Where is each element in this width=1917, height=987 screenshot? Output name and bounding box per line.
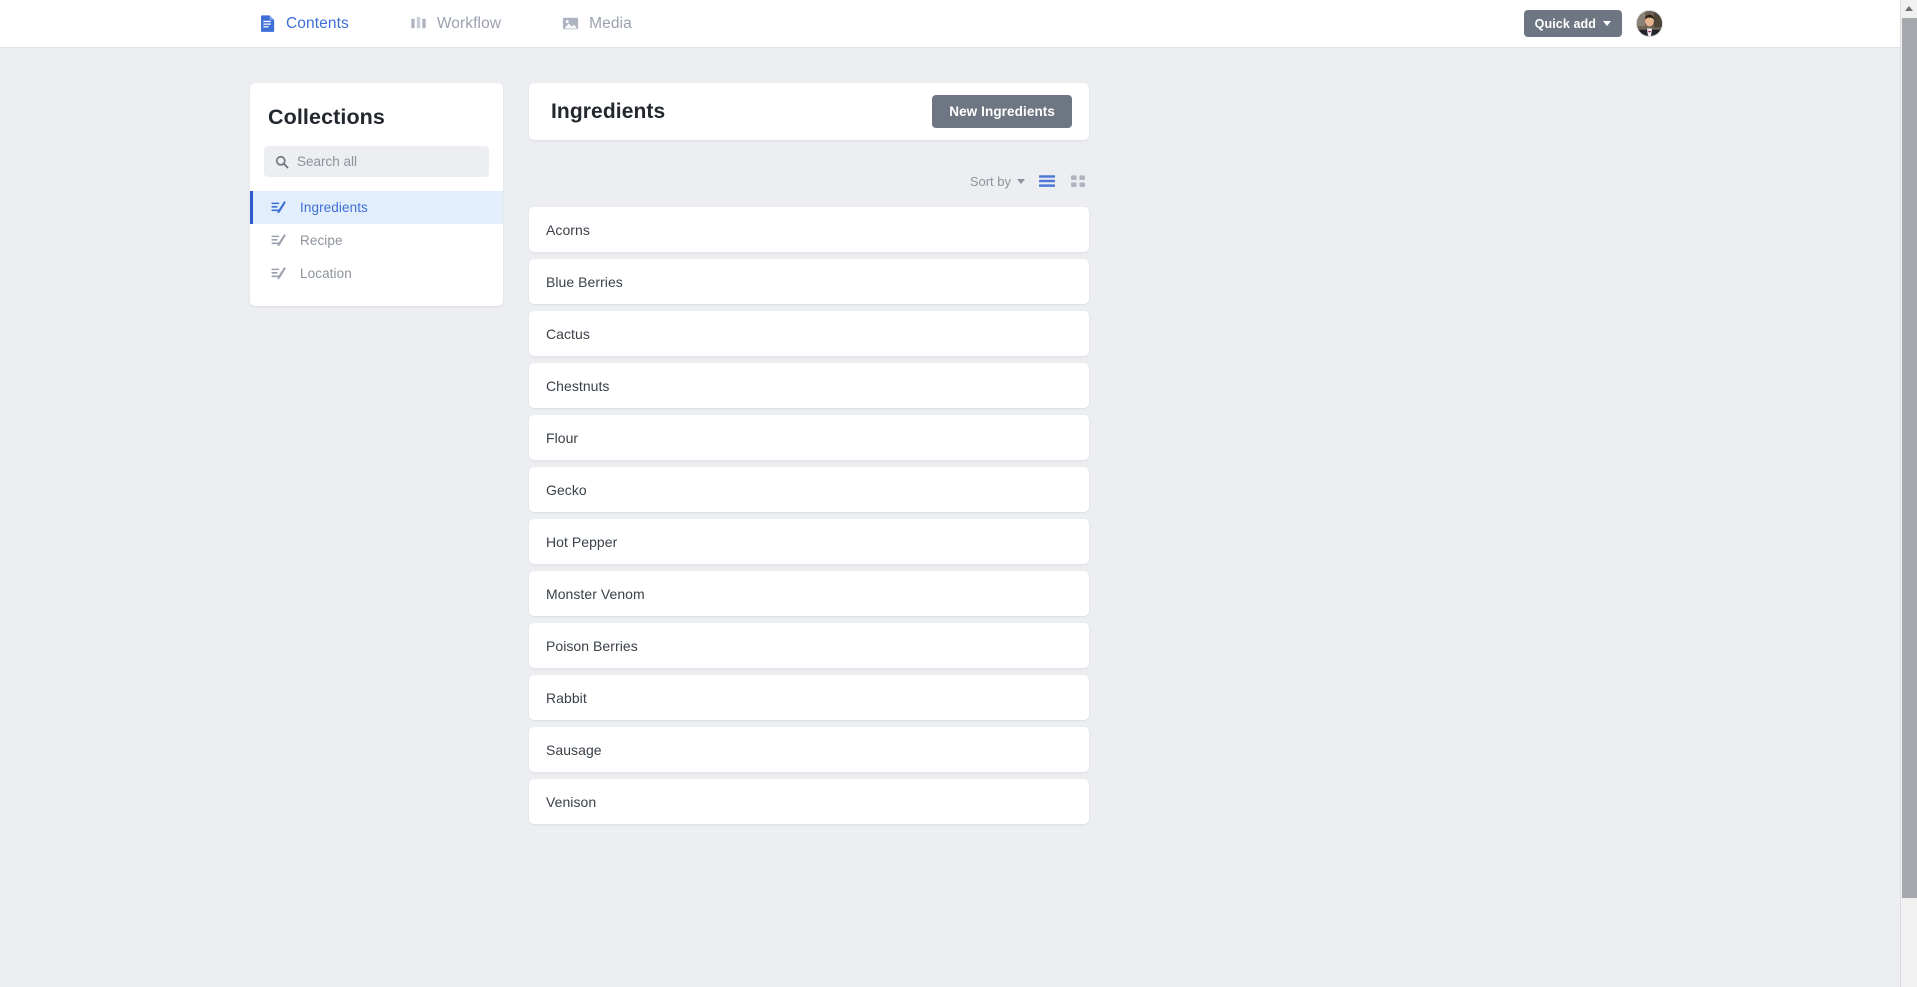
search-icon [275, 155, 289, 169]
new-ingredients-button[interactable]: New Ingredients [932, 95, 1072, 128]
quick-add-label: Quick add [1534, 16, 1596, 31]
list-item[interactable]: Monster Venom [529, 571, 1089, 616]
sidebar-item-label: Location [300, 266, 352, 281]
list-view-icon [1038, 172, 1056, 190]
scroll-up-button[interactable] [1901, 0, 1917, 17]
nav-item-media[interactable]: Media [561, 0, 632, 48]
ingredients-list: Acorns Blue Berries Cactus Chestnuts Flo… [529, 207, 1089, 824]
collections-sidebar: Collections Search all Ingredients Recip… [250, 83, 503, 306]
sort-by-button[interactable]: Sort by [970, 174, 1025, 189]
search-box[interactable] [264, 146, 489, 177]
header-right-group: Quick add [1523, 10, 1900, 37]
page-scrollbar[interactable] [1900, 0, 1917, 987]
list-item[interactable]: Chestnuts [529, 363, 1089, 408]
list-toolbar: Sort by [529, 164, 1089, 198]
list-item[interactable]: Acorns [529, 207, 1089, 252]
list-item[interactable]: Gecko [529, 467, 1089, 512]
list-item[interactable]: Venison [529, 779, 1089, 824]
grid-view-icon [1069, 172, 1087, 190]
browser-viewport: Contents Workflow Media Quick add Collec… [0, 0, 1917, 987]
grid-view-button[interactable] [1068, 172, 1087, 191]
list-item[interactable]: Blue Berries [529, 259, 1089, 304]
nav-item-label: Media [589, 14, 632, 32]
sidebar-item-ingredients[interactable]: Ingredients [250, 191, 503, 224]
list-item[interactable]: Poison Berries [529, 623, 1089, 668]
edit-list-icon [270, 232, 287, 249]
list-item[interactable]: Flour [529, 415, 1089, 460]
avatar[interactable] [1636, 10, 1663, 37]
sidebar-item-label: Recipe [300, 233, 343, 248]
edit-list-icon [270, 265, 287, 282]
sidebar-title: Collections [268, 105, 385, 129]
sort-by-label: Sort by [969, 173, 1011, 189]
nav-item-contents[interactable]: Contents [258, 0, 349, 48]
columns-icon [409, 14, 428, 33]
sidebar-item-location[interactable]: Location [250, 257, 503, 290]
chevron-down-icon [1603, 21, 1611, 26]
list-item[interactable]: Sausage [529, 727, 1089, 772]
content-header: Ingredients New Ingredients [529, 83, 1089, 140]
search-input[interactable] [297, 154, 478, 169]
list-item[interactable]: Cactus [529, 311, 1089, 356]
list-item[interactable]: Hot Pepper [529, 519, 1089, 564]
chevron-up-icon [1905, 6, 1913, 11]
page-body: Collections Search all Ingredients Recip… [0, 48, 1900, 824]
quick-add-button[interactable]: Quick add [1523, 10, 1622, 37]
chevron-down-icon [1017, 178, 1025, 184]
list-item[interactable]: Rabbit [529, 675, 1089, 720]
list-view-button[interactable] [1037, 172, 1056, 191]
page: Contents Workflow Media Quick add Collec… [0, 0, 1900, 987]
sidebar-item-label: Ingredients [300, 200, 368, 215]
document-icon [258, 14, 277, 33]
page-title: Ingredients [551, 99, 666, 123]
sidebar-item-recipe[interactable]: Recipe [250, 224, 503, 257]
top-header: Contents Workflow Media Quick add [0, 0, 1900, 48]
collections-list: Ingredients Recipe Location [250, 191, 503, 290]
nav-item-label: Workflow [436, 14, 502, 32]
scrollbar-thumb[interactable] [1902, 18, 1917, 898]
edit-list-icon [270, 199, 287, 216]
nav-item-workflow[interactable]: Workflow [409, 0, 501, 48]
main-nav: Contents Workflow Media [258, 0, 692, 48]
main-content: Ingredients New Ingredients Sort by Acor… [529, 83, 1089, 824]
image-icon [561, 14, 580, 33]
nav-item-label: Contents [286, 14, 349, 32]
